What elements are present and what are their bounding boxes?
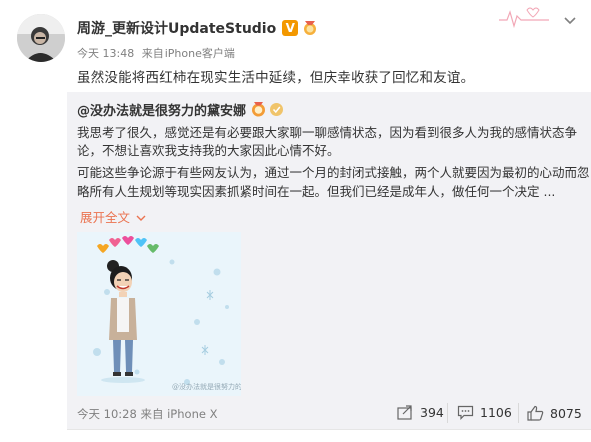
like-icon <box>527 405 544 421</box>
original-time[interactable]: 今天 10:28 <box>77 407 137 421</box>
repost-count: 394 <box>420 405 444 420</box>
fan-badge-icon[interactable] <box>250 101 267 118</box>
divider <box>447 403 448 423</box>
repost-icon <box>397 405 412 420</box>
member-badge-icon[interactable] <box>269 102 284 117</box>
divider <box>518 403 519 423</box>
verified-v-icon: V <box>282 20 299 36</box>
original-source: iPhone X <box>167 407 218 421</box>
comment-icon <box>457 405 474 420</box>
repost-button[interactable]: 394 <box>397 405 444 420</box>
original-meta: 今天 10:28 来自 iPhone X <box>77 406 217 422</box>
original-text-line: 略所有人生规划等现实因素抓紧时间在一起。但我们已经是成年人，做任何一个决定 ..… <box>77 184 556 199</box>
heartbeat-decoration-icon <box>499 7 549 29</box>
expand-label: 展开全文 <box>80 210 131 225</box>
avatar[interactable] <box>17 14 65 62</box>
post-author-name[interactable]: 周游_更新设计UpdateStudio <box>77 18 276 38</box>
post-text: 虽然没能将西红柿在现实生活中延续，但庆幸收获了回忆和友谊。 <box>77 70 475 86</box>
original-author-name[interactable]: @没办法就是很努力的黛安娜 <box>77 100 246 119</box>
post-meta: 今天 13:48 来自iPhone客户端 <box>77 45 239 61</box>
medal-icon[interactable] <box>302 20 318 36</box>
chevron-down-icon <box>136 215 146 221</box>
comment-count: 1106 <box>480 405 512 420</box>
like-count: 8075 <box>550 405 582 421</box>
post-source: iPhone客户端 <box>164 47 235 60</box>
image-watermark: @没办法就是很努力的黛安娜 <box>172 383 241 391</box>
original-text-line: 可能这些争论源于有些网友认为，通过一个月的封闭式接触，两个人就要因为最初的心动而… <box>77 165 590 180</box>
original-text-line: 论，不想让喜欢我支持我的大家因此心情不好。 <box>77 143 340 158</box>
original-text-line: 我思考了很久，感觉还是有必要跟大家聊一聊感情状态，因为看到很多人为我的感情状态争 <box>77 125 578 140</box>
post-image[interactable]: @没办法就是很努力的黛安娜 <box>77 232 241 396</box>
like-button[interactable]: 8075 <box>527 405 582 421</box>
post-author-row: 周游_更新设计UpdateStudio V <box>77 18 318 38</box>
illustration-girl-with-hearts <box>77 232 241 396</box>
divider <box>67 429 591 430</box>
original-author-row: @没办法就是很努力的黛安娜 <box>77 100 284 119</box>
comment-button[interactable]: 1106 <box>457 405 512 420</box>
source-prefix: 来自 <box>140 407 164 421</box>
expand-full-text-link[interactable]: 展开全文 <box>80 207 146 226</box>
chevron-down-icon[interactable] <box>561 12 579 30</box>
source-prefix: 来自 <box>141 47 164 60</box>
post-time[interactable]: 今天 13:48 <box>77 47 134 60</box>
